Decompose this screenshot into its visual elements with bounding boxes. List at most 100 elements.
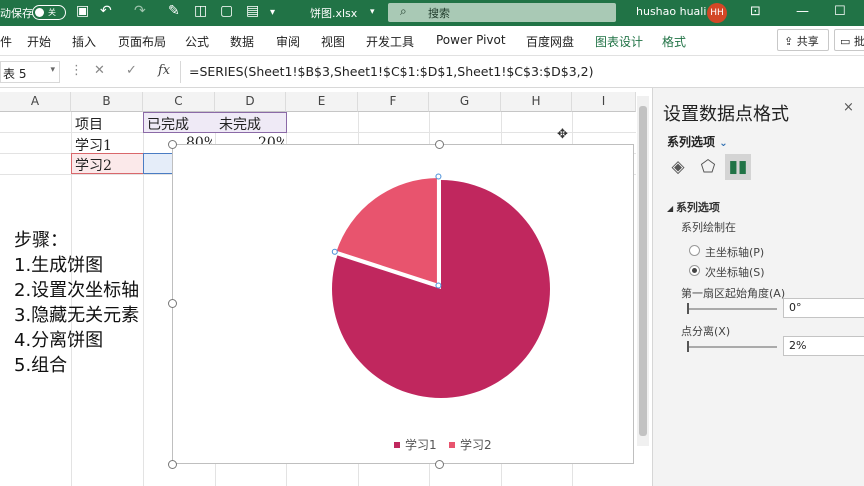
tab-baidu-netdisk[interactable]: 百度网盘 [526,33,574,50]
minimize-icon[interactable]: — [796,4,809,19]
vertical-scrollbar[interactable] [637,96,649,446]
slider-knob[interactable] [687,303,689,314]
column-header-d[interactable]: D [215,92,286,112]
file-name: 饼图.xlsx [310,7,358,20]
column-header-e[interactable]: E [286,92,358,112]
clipboard-icon[interactable]: ▤ [246,3,259,19]
search-icon: ⌕ [400,4,407,18]
tab-file[interactable]: 件 [0,33,12,50]
ribbon-tabs: 件 开始 插入 页面布局 公式 数据 审阅 视图 开发工具 Power Pivo… [0,26,864,56]
collapse-triangle-icon: ◢ [667,204,676,213]
secondary-axis-radio[interactable] [689,265,700,276]
column-header-i[interactable]: I [572,92,636,112]
legend-entry-1[interactable]: 学习1 [394,436,437,453]
point-explosion-slider[interactable] [687,341,777,352]
tab-data[interactable]: 数据 [230,33,254,50]
redo-icon[interactable]: ↷ [134,3,146,19]
customize-qat-icon[interactable]: ▾ [270,7,275,18]
cell-b3[interactable]: 学习2 [75,155,112,175]
camera-icon[interactable]: ◫ [194,3,207,19]
formula-input[interactable]: =SERIES(Sheet1!$B$3,Sheet1!$C$1:$D$1,She… [180,61,864,83]
point-explosion-input[interactable]: 2% [783,336,864,356]
more-icon: ⋮ [70,63,83,78]
column-header-c[interactable]: C [143,92,215,112]
close-pane-icon[interactable]: × [843,100,854,115]
format-painter-icon[interactable]: ✎ [168,3,180,19]
enter-icon[interactable]: ✓ [126,63,137,78]
share-button[interactable]: ⇪ 共享 [777,29,829,51]
comments-button[interactable]: ▭ 批 [834,29,864,51]
cell-d1[interactable]: 未完成 [219,114,261,134]
cancel-icon[interactable]: ✕ [94,63,105,78]
tab-developer[interactable]: 开发工具 [366,33,414,50]
primary-axis-label[interactable]: 主坐标轴(P) [705,244,764,260]
point-selection-handle-1[interactable] [435,282,442,289]
values-range-highlight [143,153,173,174]
search-box[interactable]: ⌕ 搜索 [388,3,616,22]
effects-pentagon-icon[interactable]: ⬠ [695,154,721,180]
slider-knob[interactable] [687,341,689,352]
legend-entry-2[interactable]: 学习2 [449,436,492,453]
user-name[interactable]: hushao huali [636,5,706,18]
tab-page-layout[interactable]: 页面布局 [118,33,166,50]
avatar[interactable]: HH [707,3,727,23]
name-box[interactable]: 表 5 ▾ [0,61,60,83]
column-header-a[interactable]: A [0,92,71,112]
tab-home[interactable]: 开始 [27,33,51,50]
column-header-f[interactable]: F [358,92,429,112]
tab-power-pivot[interactable]: Power Pivot [436,33,506,47]
legend-swatch-1 [394,442,400,448]
chevron-down-icon: ⌄ [719,138,728,149]
comment-icon: ▭ [840,35,854,48]
point-selection-handle-2[interactable] [331,248,338,255]
file-name-caret-icon[interactable]: ▾ [370,7,375,17]
legend-label-1: 学习1 [405,438,437,452]
resize-handle-left[interactable] [168,299,177,308]
tab-view[interactable]: 视图 [321,33,345,50]
tab-chart-design[interactable]: 图表设计 [595,33,643,50]
fill-line-icon[interactable]: ◈ [665,154,691,180]
cell-b2[interactable]: 学习1 [75,135,112,155]
tab-format[interactable]: 格式 [662,33,686,50]
point-selection-handle-3[interactable] [435,173,442,180]
undo-icon[interactable]: ↶ [100,3,112,19]
series-options-section-label: 系列选项 [675,201,720,214]
series-options-dropdown[interactable]: 系列选项 ⌄ [667,133,728,150]
series-options-section[interactable]: ◢ 系列选项 [667,199,720,215]
primary-axis-radio[interactable] [689,245,700,256]
tab-formulas[interactable]: 公式 [185,33,209,50]
resize-handle-top[interactable] [435,140,444,149]
column-header-b[interactable]: B [71,92,143,112]
resize-handle-bottom[interactable] [435,460,444,469]
autosave-toggle[interactable]: 关 [32,5,66,20]
series-options-icon[interactable]: ▮▮ [725,154,751,180]
maximize-icon[interactable]: ☐ [834,4,846,19]
column-header-g[interactable]: G [429,92,501,112]
cell-c1[interactable]: 已完成 [147,114,189,134]
save-icon[interactable]: ▣ [76,3,89,19]
resize-handle-bottom-left[interactable] [168,460,177,469]
pie-chart[interactable] [173,145,635,465]
name-box-dropdown-icon[interactable]: ▾ [50,65,55,75]
pane-title: 设置数据点格式 [663,104,789,125]
cell-b1[interactable]: 项目 [75,114,103,134]
format-data-point-pane: 设置数据点格式 × 系列选项 ⌄ ◈ ⬠ ▮▮ ◢ 系列选项 系列绘制在 主坐标… [652,88,864,486]
series-options-dropdown-label: 系列选项 [667,135,716,149]
name-box-value: 表 5 [3,67,27,81]
steps-text: 步骤： 1.生成饼图 2.设置次坐标轴 3.隐藏无关元素 4.分离饼图 5.组合 [14,228,139,378]
column-header-h[interactable]: H [501,92,572,112]
insert-function-button[interactable]: fx [158,63,170,78]
step-2: 2.设置次坐标轴 [14,280,140,301]
tab-insert[interactable]: 插入 [72,33,96,50]
screenshot-icon[interactable]: ▢ [220,3,233,19]
scrollbar-thumb[interactable] [639,106,647,436]
first-slice-angle-input[interactable]: 0° [783,298,864,318]
first-slice-angle-slider[interactable] [687,303,777,314]
ribbon-display-icon[interactable]: ⊡ [750,4,761,19]
secondary-axis-label[interactable]: 次坐标轴(S) [705,264,765,280]
tab-review[interactable]: 审阅 [276,33,300,50]
toggle-knob [35,8,44,17]
resize-handle-top-left[interactable] [168,140,177,149]
chart-area[interactable]: 学习1 学习2 [172,144,634,464]
step-3: 3.隐藏无关元素 [14,305,140,326]
